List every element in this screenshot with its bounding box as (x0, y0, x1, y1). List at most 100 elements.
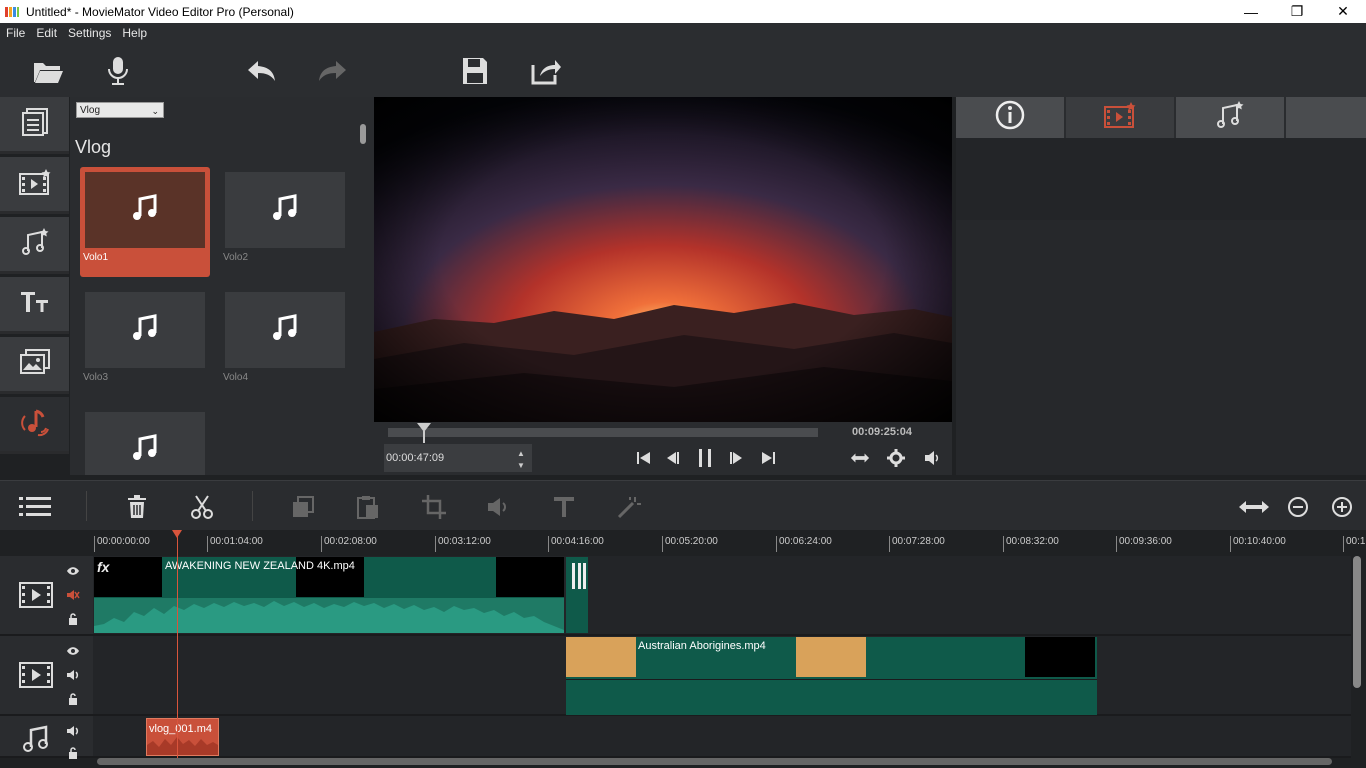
copy-icon[interactable] (289, 493, 317, 521)
ruler-tick: 00:03:12:00 (435, 536, 491, 552)
playhead-marker-icon[interactable] (172, 530, 182, 538)
skip-to-start-icon[interactable] (634, 448, 654, 468)
video-clip[interactable]: Australian Aborigines.mp4 (566, 637, 1097, 715)
ruler-tick: 00:04:16:00 (548, 536, 604, 552)
menu-help[interactable]: Help (116, 26, 152, 40)
music-library-panel: Vlog ⌄ Vlog Volo1 Volo2 Volo3 Volo4 (70, 97, 374, 475)
music-thumb (85, 292, 205, 368)
library-item[interactable]: Volo2 (220, 167, 350, 277)
next-frame-icon[interactable] (726, 448, 746, 468)
scissors-icon[interactable] (188, 493, 216, 521)
video-clip[interactable]: fx AWAKENING NEW ZEALAND 4K.mp4 (94, 557, 564, 633)
timeline-playhead[interactable] (177, 530, 178, 758)
menu-edit[interactable]: Edit (30, 26, 62, 40)
paste-icon[interactable] (354, 493, 382, 521)
ruler-tick: 00:09:36:00 (1116, 536, 1172, 552)
timeline-ruler[interactable]: 00:00:00:00 00:01:04:00 00:02:08:00 00:0… (0, 530, 1366, 554)
library-item-label: Volo3 (83, 372, 109, 383)
menu-settings[interactable]: Settings (62, 26, 116, 40)
audio-mute-icon[interactable] (485, 493, 513, 521)
ruler-tick: 00:10:40:00 (1230, 536, 1286, 552)
tab-project-files[interactable] (0, 97, 69, 154)
tab-music[interactable] (0, 397, 69, 454)
undo-icon[interactable] (244, 53, 280, 89)
spin-down-icon[interactable]: ▼ (514, 459, 528, 471)
menu-bar: File Edit Settings Help (0, 23, 1366, 43)
clip-marker (583, 563, 586, 589)
library-item[interactable]: Volo4 (220, 287, 350, 397)
skip-to-end-icon[interactable] (758, 448, 778, 468)
speaker-icon[interactable] (66, 724, 80, 738)
audio-clip[interactable]: vlog_001.m4 (146, 718, 219, 756)
lock-icon[interactable] (66, 692, 80, 706)
spin-up-icon[interactable]: ▲ (514, 447, 528, 459)
volume-icon[interactable] (922, 448, 942, 468)
fit-width-icon[interactable] (850, 448, 870, 468)
tab-audio-effects[interactable] (0, 217, 69, 274)
eye-icon[interactable] (66, 644, 80, 658)
track-lane-audio-1[interactable]: vlog_001.m4 (93, 716, 1351, 758)
restore-button[interactable]: ❐ (1274, 0, 1320, 23)
open-folder-icon[interactable] (30, 53, 66, 89)
lock-icon[interactable] (66, 746, 80, 760)
delete-icon[interactable] (123, 493, 151, 521)
clip-title: vlog_001.m4 (149, 723, 212, 735)
library-scrollbar[interactable] (360, 124, 366, 144)
library-item[interactable] (80, 407, 210, 475)
track-menu-icon[interactable] (18, 493, 52, 521)
crop-icon[interactable] (420, 493, 448, 521)
microphone-icon[interactable] (100, 53, 136, 89)
add-text-icon[interactable] (550, 493, 578, 521)
export-icon[interactable] (528, 53, 564, 89)
clip-marker (572, 563, 575, 589)
info-icon (995, 100, 1025, 135)
minimize-button[interactable]: — (1228, 0, 1274, 23)
music-thumb (225, 292, 345, 368)
gear-icon[interactable] (886, 448, 906, 468)
text-icon (19, 289, 51, 320)
category-select[interactable]: Vlog ⌄ (76, 102, 164, 118)
music-note-icon (132, 313, 158, 347)
close-button[interactable]: ✕ (1320, 0, 1366, 23)
clip-marker (578, 563, 581, 589)
lock-icon[interactable] (66, 612, 80, 626)
library-item[interactable]: Volo1 (80, 167, 210, 277)
track-lane-video-2[interactable]: Australian Aborigines.mp4 (93, 636, 1351, 716)
zoom-out-icon[interactable] (1284, 493, 1312, 521)
magic-wand-icon[interactable] (615, 493, 643, 521)
scrub-handle[interactable] (417, 423, 431, 443)
fit-timeline-icon[interactable] (1238, 493, 1270, 521)
track-lane-video-1[interactable]: fx AWAKENING NEW ZEALAND 4K.mp4 (93, 556, 1351, 636)
eye-icon[interactable] (66, 564, 80, 578)
previous-frame-icon[interactable] (663, 448, 683, 468)
video-preview[interactable] (374, 97, 952, 422)
tab-empty[interactable] (1286, 97, 1366, 138)
save-icon[interactable] (457, 53, 493, 89)
ruler-tick: 00:01:04:00 (207, 536, 263, 552)
window-title: Untitled* - MovieMator Video Editor Pro … (26, 4, 294, 19)
tab-audio-filters[interactable] (1176, 97, 1284, 138)
tab-video-effects[interactable] (0, 157, 69, 214)
preview-frame-image (374, 97, 952, 422)
audio-lane (566, 679, 1097, 715)
film-star-icon (18, 168, 52, 201)
menu-file[interactable]: File (0, 26, 30, 40)
zoom-in-icon[interactable] (1328, 493, 1356, 521)
speaker-icon[interactable] (66, 668, 80, 682)
scrub-bar[interactable] (388, 428, 818, 437)
library-item[interactable]: Volo3 (80, 287, 210, 397)
muted-speaker-icon[interactable] (66, 588, 80, 602)
redo-icon[interactable] (314, 53, 350, 89)
timeline-horizontal-scrollbar[interactable] (97, 758, 1332, 765)
tab-video-filters[interactable] (1066, 97, 1174, 138)
tab-info[interactable] (956, 97, 1064, 138)
tab-stickers[interactable] (0, 337, 69, 394)
film-icon (18, 660, 54, 690)
app-logo-icon (4, 4, 20, 20)
position-timecode-input[interactable]: 00:00:47:09 ▲ ▼ (384, 444, 532, 472)
video-clip-fragment[interactable] (566, 557, 588, 633)
film-icon (18, 580, 54, 610)
timeline-vertical-scrollbar[interactable] (1353, 556, 1361, 688)
pause-icon[interactable] (695, 448, 715, 468)
tab-text[interactable] (0, 277, 69, 334)
